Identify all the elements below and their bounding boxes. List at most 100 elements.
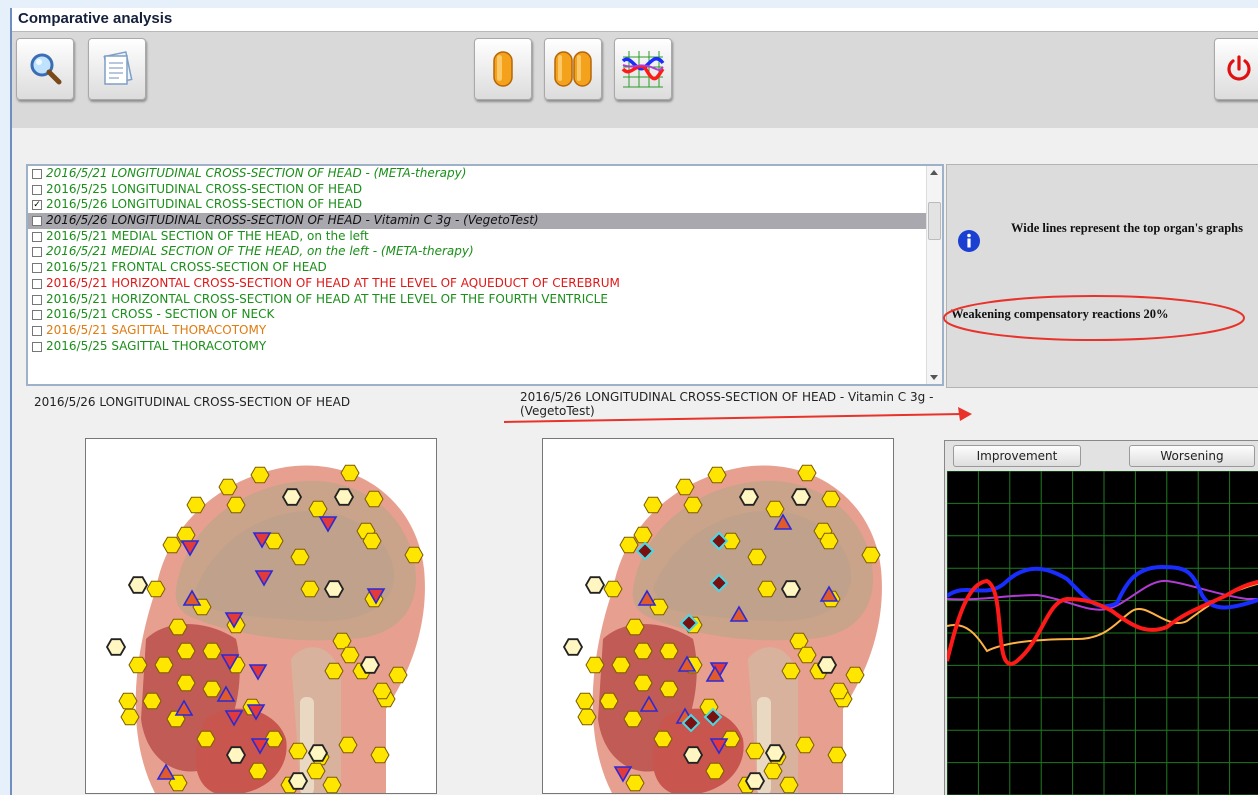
worsening-button[interactable]: Worsening xyxy=(1129,445,1255,467)
list-item[interactable]: 2016/5/21 CROSS - SECTION OF NECK xyxy=(28,307,942,323)
list-item[interactable]: ✓ 2016/5/26 LONGITUDINAL CROSS-SECTION OF… xyxy=(28,197,942,213)
marker-hexagon xyxy=(625,774,645,792)
marker-hexagon xyxy=(747,548,767,566)
marker-triangle xyxy=(250,738,270,755)
marker-triangle xyxy=(248,664,268,681)
list-item-checkbox[interactable] xyxy=(32,294,42,305)
marker-hexagon xyxy=(738,488,760,506)
single-capsule-icon xyxy=(493,51,513,87)
power-button[interactable] xyxy=(1214,38,1258,100)
marker-hexagon xyxy=(682,746,704,764)
list-item[interactable]: 2016/5/21 MEDIAL SECTION OF THE HEAD, on… xyxy=(28,229,942,245)
marker-triangle xyxy=(182,589,202,606)
marker-hexagon xyxy=(585,656,605,674)
list-item-checkbox[interactable] xyxy=(32,247,42,258)
marker-hexagon xyxy=(362,532,382,550)
marker-triangle xyxy=(729,605,749,622)
comparison-graph xyxy=(947,471,1258,795)
list-item[interactable]: 2016/5/21 LONGITUDINAL CROSS-SECTION OF … xyxy=(28,166,942,182)
list-item-label: 2016/5/26 LONGITUDINAL CROSS-SECTION OF … xyxy=(46,213,539,228)
marker-hexagon xyxy=(757,580,777,598)
scroll-up-icon[interactable] xyxy=(930,170,938,175)
list-item-label: 2016/5/25 SAGITTAL THORACOTOMY xyxy=(46,338,267,353)
improvement-button[interactable]: Improvement xyxy=(953,445,1081,467)
list-item-checkbox[interactable] xyxy=(32,216,42,227)
list-item-checkbox[interactable] xyxy=(32,263,42,274)
scroll-thumb[interactable] xyxy=(928,202,941,240)
list-item-checkbox[interactable] xyxy=(32,231,42,242)
power-icon xyxy=(1227,55,1251,81)
marker-hexagon xyxy=(226,496,246,514)
list-item[interactable]: 2016/5/21 HORIZONTAL CROSS-SECTION OF HE… xyxy=(28,292,942,308)
marker-diamond xyxy=(709,573,729,593)
marker-hexagon xyxy=(623,710,643,728)
marker-hexagon xyxy=(324,662,344,680)
marker-triangle xyxy=(637,589,657,606)
marker-hexagon xyxy=(162,536,182,554)
marker-hexagon xyxy=(765,500,785,518)
marker-hexagon xyxy=(340,646,360,664)
marker-hexagon xyxy=(323,580,345,598)
marker-hexagon xyxy=(168,618,188,636)
marker-hexagon xyxy=(659,642,679,660)
list-scrollbar[interactable] xyxy=(926,166,942,384)
marker-triangle xyxy=(156,763,176,780)
marker-hexagon xyxy=(764,744,786,762)
info-message: Wide lines represent the top organ's gra… xyxy=(1011,221,1243,235)
single-view-button[interactable] xyxy=(474,38,532,100)
marker-hexagon xyxy=(186,496,206,514)
list-item[interactable]: 2016/5/21 HORIZONTAL CROSS-SECTION OF HE… xyxy=(28,276,942,292)
report-button[interactable] xyxy=(88,38,146,100)
comparative-analysis-window: Comparative analysis 2016/5/21 LONGITUDI… xyxy=(10,8,1258,795)
toolbar xyxy=(12,32,1258,128)
marker-hexagon xyxy=(821,490,841,508)
list-item[interactable]: 2016/5/21 MEDIAL SECTION OF THE HEAD, on… xyxy=(28,244,942,260)
marker-hexagon xyxy=(603,580,623,598)
marker-hexagon xyxy=(584,576,606,594)
scroll-down-icon[interactable] xyxy=(930,375,938,380)
list-item-label: 2016/5/21 FRONTAL CROSS-SECTION OF HEAD xyxy=(46,260,327,275)
marker-hexagon xyxy=(575,692,595,710)
list-item-checkbox[interactable] xyxy=(32,278,42,289)
list-item[interactable]: 2016/5/21 SAGITTAL THORACOTOMY xyxy=(28,323,942,339)
list-item[interactable]: 2016/5/26 LONGITUDINAL CROSS-SECTION OF … xyxy=(28,213,942,229)
marker-hexagon xyxy=(795,736,815,754)
marker-triangle xyxy=(174,699,194,716)
marker-hexagon xyxy=(118,692,138,710)
list-item[interactable]: 2016/5/25 SAGITTAL THORACOTOMY xyxy=(28,339,942,355)
marker-hexagon xyxy=(127,576,149,594)
marker-triangle xyxy=(639,695,659,712)
marker-hexagon xyxy=(322,776,342,793)
double-view-button[interactable] xyxy=(544,38,602,100)
list-item-checkbox[interactable] xyxy=(32,310,42,321)
marker-hexagon xyxy=(744,772,766,790)
marker-hexagon xyxy=(797,464,817,482)
marker-hexagon xyxy=(611,656,631,674)
marker-hexagon xyxy=(290,548,310,566)
list-item-label: 2016/5/21 MEDIAL SECTION OF THE HEAD, on… xyxy=(46,228,369,243)
list-item-checkbox[interactable] xyxy=(32,184,42,195)
marker-hexagon xyxy=(196,730,216,748)
marker-triangle xyxy=(709,738,729,755)
records-list[interactable]: 2016/5/21 LONGITUDINAL CROSS-SECTION OF … xyxy=(26,164,944,386)
list-item-checkbox[interactable]: ✓ xyxy=(32,200,42,211)
info-panel: Wide lines represent the top organ's gra… xyxy=(943,164,1258,388)
list-item-checkbox[interactable] xyxy=(32,169,42,179)
list-item[interactable]: 2016/5/21 FRONTAL CROSS-SECTION OF HEAD xyxy=(28,260,942,276)
marker-hexagon xyxy=(659,680,679,698)
graph-view-button[interactable] xyxy=(614,38,672,100)
marker-hexagon xyxy=(633,674,653,692)
marker-hexagon xyxy=(202,680,222,698)
marker-hexagon xyxy=(829,682,849,700)
marker-hexagon xyxy=(248,762,268,780)
search-button[interactable] xyxy=(16,38,74,100)
marker-hexagon xyxy=(819,532,839,550)
list-item-label: 2016/5/21 CROSS - SECTION OF NECK xyxy=(46,307,275,322)
markers-right xyxy=(562,464,881,793)
marker-hexagon xyxy=(332,632,352,650)
list-item-checkbox[interactable] xyxy=(32,341,42,352)
marker-hexagon xyxy=(845,666,865,684)
list-item-checkbox[interactable] xyxy=(32,325,42,336)
marker-hexagon xyxy=(359,656,381,674)
list-item[interactable]: 2016/5/25 LONGITUDINAL CROSS-SECTION OF … xyxy=(28,182,942,198)
